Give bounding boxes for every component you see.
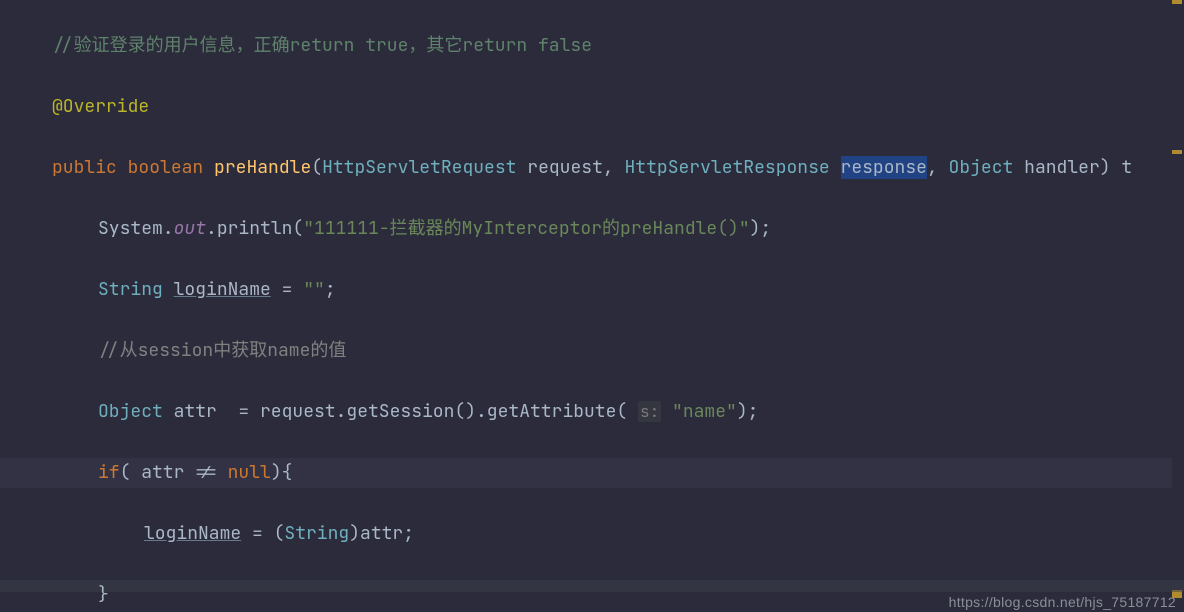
variable: loginName bbox=[174, 278, 271, 301]
text: = ( bbox=[241, 522, 284, 545]
code-line[interactable]: public boolean preHandle(HttpServletRequ… bbox=[0, 153, 1184, 184]
code-line[interactable]: String loginName = ""; bbox=[0, 275, 1184, 306]
code-line[interactable]: //验证登录的用户信息，正确return true，其它return false bbox=[0, 31, 1184, 62]
code-area[interactable]: //验证登录的用户信息，正确return true，其它return false… bbox=[0, 0, 1184, 612]
type: String bbox=[98, 278, 163, 301]
code-line[interactable]: System.out.println("111111-拦截器的MyInterce… bbox=[0, 214, 1184, 245]
warning-marker[interactable] bbox=[1172, 0, 1182, 4]
type: HttpServletRequest bbox=[322, 156, 516, 179]
type: HttpServletResponse bbox=[625, 156, 830, 179]
variable: loginName bbox=[144, 522, 241, 545]
text: ) t bbox=[1100, 156, 1132, 179]
type: Object bbox=[949, 156, 1014, 179]
code-line[interactable]: //从session中获取name的值 bbox=[0, 336, 1184, 367]
type: String bbox=[284, 522, 349, 545]
text: attr = request.getSession().getAttribute… bbox=[163, 400, 638, 423]
text: )attr; bbox=[349, 522, 414, 545]
string: "" bbox=[303, 278, 325, 301]
code-line[interactable]: Object attr = request.getSession().getAt… bbox=[0, 397, 1184, 428]
comment: //验证登录的用户信息，正确return true，其它return false bbox=[52, 34, 592, 57]
text: System. bbox=[98, 217, 174, 240]
keyword: public bbox=[52, 156, 117, 179]
annotation: @Override bbox=[52, 95, 149, 118]
text: = bbox=[271, 278, 303, 301]
type: Object bbox=[98, 400, 163, 423]
text: ( attr != bbox=[120, 461, 228, 484]
param: handler bbox=[1024, 156, 1100, 179]
text: .println( bbox=[206, 217, 303, 240]
text: ); bbox=[737, 400, 759, 423]
string: "111111-拦截器的MyInterceptor的preHandle()" bbox=[303, 217, 749, 240]
text: , bbox=[603, 156, 625, 179]
keyword: if bbox=[98, 461, 120, 484]
string: "name" bbox=[672, 400, 737, 423]
code-line[interactable]: } bbox=[0, 580, 1184, 611]
code-editor[interactable]: //验证登录的用户信息，正确return true，其它return false… bbox=[0, 0, 1184, 612]
param-hint: s: bbox=[638, 401, 661, 422]
text: } bbox=[98, 583, 109, 606]
param: request bbox=[527, 156, 603, 179]
code-line[interactable]: loginName = (String)attr; bbox=[0, 519, 1184, 550]
comment: //从session中获取name的值 bbox=[98, 339, 346, 362]
method-name: preHandle bbox=[214, 156, 311, 179]
code-line[interactable]: @Override bbox=[0, 92, 1184, 123]
text: ; bbox=[325, 278, 336, 301]
code-line[interactable]: if( attr != null){ bbox=[0, 458, 1184, 489]
keyword: null bbox=[228, 461, 271, 484]
text: ){ bbox=[271, 461, 293, 484]
text bbox=[661, 400, 672, 423]
field: out bbox=[174, 217, 206, 240]
text: ); bbox=[750, 217, 772, 240]
selected-text: response bbox=[841, 156, 927, 179]
keyword: boolean bbox=[128, 156, 204, 179]
